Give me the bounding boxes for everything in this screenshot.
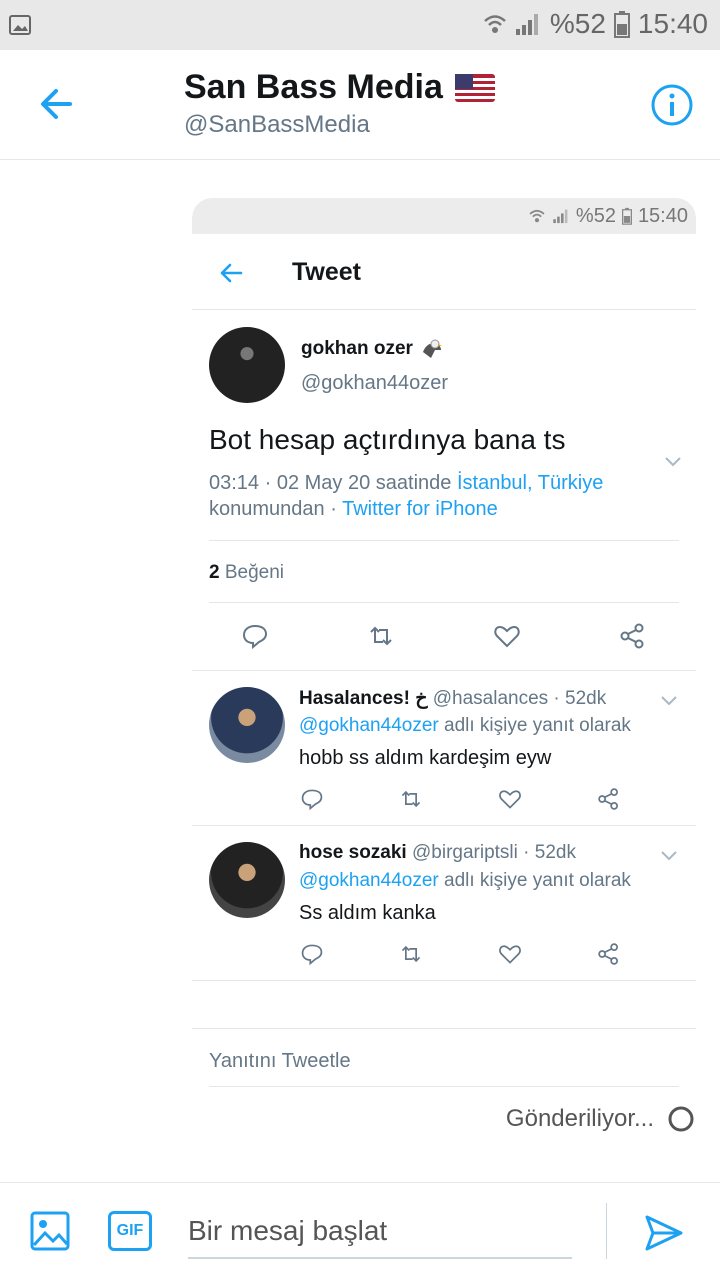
reply-icon	[301, 789, 323, 811]
likes-count: 2	[209, 562, 220, 583]
author-name-text: gokhan ozer	[301, 338, 413, 359]
divider	[606, 1203, 607, 1259]
wifi-icon	[484, 15, 506, 33]
reply-icon	[242, 624, 268, 650]
tweet-actions	[192, 622, 696, 666]
reply-to-suffix: adlı kişiye yanıt olarak	[444, 715, 631, 736]
reply-to-line: @gokhan44ozer adlı kişiye yanıt olarak	[299, 715, 631, 737]
likes-label: Beğeni	[224, 562, 285, 583]
chevron-down-icon	[661, 696, 677, 706]
reply-to-suffix: adlı kişiye yanıt olarak	[444, 870, 631, 891]
conversation-title: San Bass Media	[184, 68, 495, 107]
contact-name: San Bass Media	[184, 68, 443, 106]
retweet-icon	[401, 945, 421, 963]
send-icon[interactable]	[644, 1213, 684, 1253]
back-arrow-icon	[220, 263, 243, 283]
message-input[interactable]	[188, 1205, 572, 1259]
spinner-icon	[668, 1106, 694, 1132]
like-icon	[499, 945, 521, 964]
sending-label: Gönderiliyor...	[505, 1105, 654, 1132]
signal-icon	[553, 209, 568, 224]
conversation-title-block[interactable]: San Bass Media @SanBassMedia	[184, 68, 495, 139]
conversation-header: San Bass Media @SanBassMedia	[0, 50, 720, 160]
back-arrow-icon[interactable]	[34, 82, 78, 126]
reply-icon	[301, 944, 323, 966]
chevron-down-icon	[661, 851, 677, 861]
battery-icon	[621, 207, 632, 225]
avatar	[209, 327, 285, 403]
screenshot-title: Tweet	[292, 258, 361, 286]
battery-percent: %52	[549, 8, 606, 39]
status-bar: %52 15:40	[0, 0, 720, 50]
tweet-text: Bot hesap açtırdınya bana ts	[209, 424, 566, 455]
signal-icon	[515, 14, 538, 35]
divider	[192, 1028, 696, 1029]
reply-to-line: @gokhan44ozer adlı kişiye yanıt olarak	[299, 870, 631, 892]
tweet-author-name: gokhan ozer	[301, 338, 443, 360]
reply-tweet: Hasalances! خ @hasalances · 52dk @gokhan…	[192, 670, 696, 825]
share-icon	[598, 788, 618, 810]
shared-screenshot-image[interactable]: %52 15:40 Tweet gokhan ozer @gokhan44oze…	[192, 198, 696, 1096]
retweet-icon	[401, 790, 421, 808]
clock: 15:40	[637, 8, 708, 39]
like-icon	[499, 790, 521, 809]
divider	[209, 602, 679, 603]
reply-author-handle: @hasalances · 52dk	[432, 688, 607, 709]
avatar	[209, 687, 285, 763]
reply-author-handle: @birgariptsli · 52dk	[412, 842, 576, 863]
main-tweet: gokhan ozer @gokhan44ozer Bot hesap açtı…	[192, 310, 696, 670]
battery-icon	[613, 11, 630, 38]
gif-button[interactable]: GIF	[108, 1211, 152, 1251]
share-icon	[620, 623, 644, 649]
image-attach-icon[interactable]	[30, 1211, 70, 1251]
tweet-author-handle: @gokhan44ozer	[301, 372, 449, 394]
tweet-location: İstanbul, Türkiye	[456, 472, 604, 494]
reply-to-handle: @gokhan44ozer	[299, 870, 439, 891]
reply-header: Hasalances! خ @hasalances · 52dk	[299, 687, 606, 710]
us-flag-icon	[454, 73, 495, 102]
battery-percent: %52	[575, 204, 616, 227]
share-icon	[598, 943, 618, 965]
reply-header: hose sozaki @birgariptsli · 52dk	[299, 842, 576, 864]
tweet-meta: 03:14 · 02 May 20 saatinde İstanbul, Tür…	[209, 470, 679, 522]
divider	[209, 540, 679, 541]
screenshot-status-bar: %52 15:40	[192, 198, 696, 234]
info-icon[interactable]	[650, 83, 694, 127]
wifi-icon	[529, 209, 545, 223]
avatar	[209, 842, 285, 918]
message-composer: GIF	[0, 1182, 720, 1280]
like-icon	[494, 625, 520, 648]
tweet-meta-suffix: konumundan ·	[209, 498, 337, 520]
sending-status: Gönderiliyor...	[506, 1104, 696, 1134]
reply-text: Ss aldım kanka	[299, 902, 436, 924]
clock: 15:40	[637, 204, 688, 227]
retweet-icon	[370, 626, 392, 646]
chevron-down-icon	[665, 457, 681, 467]
screenshot-tweet-header: Tweet	[192, 234, 696, 310]
tweet-time: 03:14 · 02 May 20 saatinde	[209, 472, 452, 494]
gallery-notification-icon	[9, 15, 31, 35]
reply-tweet: hose sozaki @birgariptsli · 52dk @gokhan…	[192, 825, 696, 980]
tweet-source: Twitter for iPhone	[342, 498, 498, 520]
reply-text: hobb ss aldım kardeşim eyw	[299, 747, 552, 769]
divider	[192, 980, 696, 981]
reply-author-name: Hasalances! خ	[299, 688, 428, 709]
divider	[209, 1086, 679, 1087]
reply-prompt: Yanıtını Tweetle	[209, 1050, 351, 1072]
reply-to-handle: @gokhan44ozer	[299, 715, 439, 736]
likes-summary: 2 Beğeni	[209, 562, 284, 584]
contact-handle: @SanBassMedia	[184, 111, 370, 138]
eagle-emoji-icon	[422, 339, 442, 358]
reply-author-name: hose sozaki	[299, 842, 407, 863]
